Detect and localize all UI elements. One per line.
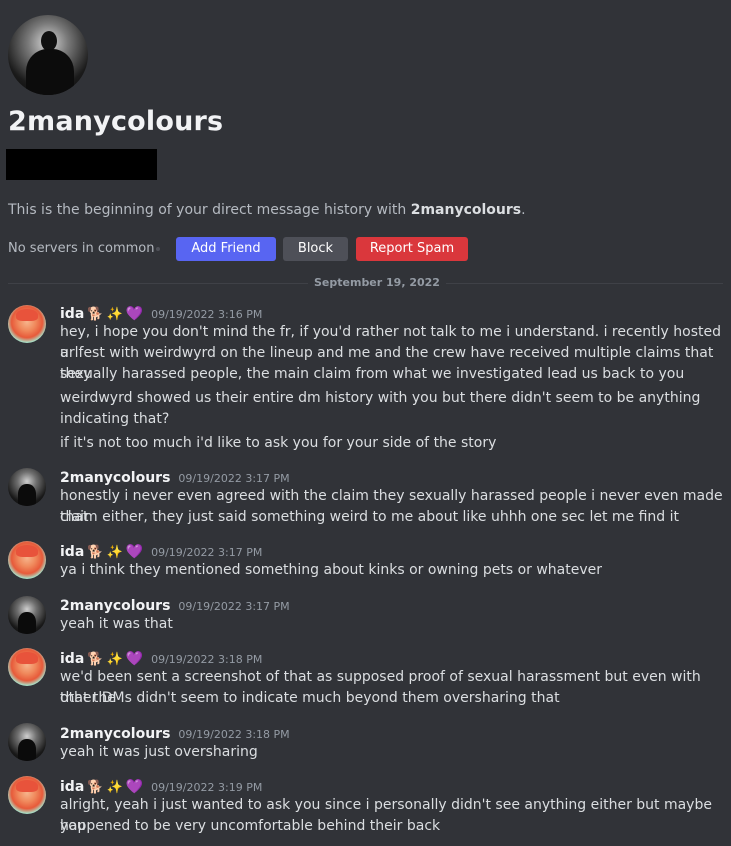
redacted-block — [6, 149, 157, 180]
message-author[interactable]: ida — [60, 651, 84, 667]
message-header: ida 🐕 ✨ 💜 09/19/2022 3:16 PM — [60, 303, 262, 322]
message-timestamp: 09/19/2022 3:17 PM — [151, 546, 263, 559]
message-timestamp: 09/19/2022 3:18 PM — [178, 728, 290, 741]
profile-name[interactable]: 2manycolours — [8, 106, 223, 137]
message-line: happened to be very uncomfortable behind… — [60, 818, 441, 834]
user-avatar[interactable] — [8, 776, 46, 814]
message-timestamp: 09/19/2022 3:18 PM — [151, 653, 263, 666]
message-line: claim either, they just said something w… — [60, 509, 680, 525]
message-timestamp: 09/19/2022 3:17 PM — [178, 472, 290, 485]
message-line: indicating that? — [60, 411, 170, 427]
message-author[interactable]: ida — [60, 779, 84, 795]
sparkles-emoji-icon: ✨ — [106, 307, 123, 322]
no-servers-text: No servers in common — [8, 241, 155, 256]
dm-intro-text: This is the beginning of your direct mes… — [8, 202, 526, 218]
message-line: ya i think they mentioned something abou… — [60, 562, 603, 578]
message-header: 2manycolours 09/19/2022 3:17 PM — [60, 595, 290, 614]
sparkles-emoji-icon: ✨ — [106, 545, 123, 560]
intro-prefix: This is the beginning of your direct mes… — [8, 202, 411, 218]
message-timestamp: 09/19/2022 3:16 PM — [151, 308, 263, 321]
user-avatar[interactable] — [8, 596, 46, 634]
profile-avatar[interactable] — [8, 15, 88, 95]
avatar-figure-head — [41, 31, 57, 51]
message-author[interactable]: ida — [60, 544, 84, 560]
dog-emoji-icon: 🐕 — [87, 307, 104, 322]
intro-name: 2manycolours — [410, 202, 522, 218]
message-header: ida 🐕 ✨ 💜 09/19/2022 3:17 PM — [60, 541, 262, 560]
message-author[interactable]: 2manycolours — [60, 726, 170, 742]
message-header: 2manycolours 09/19/2022 3:18 PM — [60, 723, 290, 742]
purple-heart-emoji-icon: 💜 — [125, 306, 144, 322]
message-author[interactable]: 2manycolours — [60, 470, 170, 486]
date-divider: September 19, 2022 — [8, 276, 723, 292]
message-line: sexually harassed people, the main claim… — [60, 366, 685, 382]
divider-date: September 19, 2022 — [308, 276, 446, 289]
message-line: if it's not too much i'd like to ask you… — [60, 435, 497, 451]
dog-emoji-icon: 🐕 — [87, 545, 104, 560]
sparkles-emoji-icon: ✨ — [106, 652, 123, 667]
message-timestamp: 09/19/2022 3:19 PM — [151, 781, 263, 794]
intro-suffix: . — [521, 202, 526, 218]
user-avatar[interactable] — [8, 541, 46, 579]
user-avatar[interactable] — [8, 305, 46, 343]
dog-emoji-icon: 🐕 — [87, 780, 104, 795]
message-header: ida 🐕 ✨ 💜 09/19/2022 3:19 PM — [60, 776, 262, 795]
message-author[interactable]: ida — [60, 306, 84, 322]
user-avatar[interactable] — [8, 468, 46, 506]
message-author[interactable]: 2manycolours — [60, 598, 170, 614]
user-avatar[interactable] — [8, 648, 46, 686]
sparkles-emoji-icon: ✨ — [106, 780, 123, 795]
block-button[interactable]: Block — [283, 237, 348, 261]
report-spam-button[interactable]: Report Spam — [356, 237, 468, 261]
message-header: ida 🐕 ✨ 💜 09/19/2022 3:18 PM — [60, 648, 262, 667]
message-line: weirdwyrd showed us their entire dm hist… — [60, 390, 701, 406]
avatar-figure-body — [26, 49, 74, 95]
purple-heart-emoji-icon: 💜 — [125, 651, 144, 667]
add-friend-button[interactable]: Add Friend — [176, 237, 276, 261]
message-line: yeah it was just oversharing — [60, 744, 258, 760]
user-avatar[interactable] — [8, 723, 46, 761]
message-header: 2manycolours 09/19/2022 3:17 PM — [60, 467, 290, 486]
message-line: other DMs didn't seem to indicate much b… — [60, 690, 560, 706]
message-timestamp: 09/19/2022 3:17 PM — [178, 600, 290, 613]
dog-emoji-icon: 🐕 — [87, 652, 104, 667]
purple-heart-emoji-icon: 💜 — [125, 779, 144, 795]
dm-channel: 2manycolours This is the beginning of yo… — [0, 0, 731, 846]
message-line: yeah it was that — [60, 616, 173, 632]
purple-heart-emoji-icon: 💜 — [125, 544, 144, 560]
separator-dot — [156, 247, 160, 251]
